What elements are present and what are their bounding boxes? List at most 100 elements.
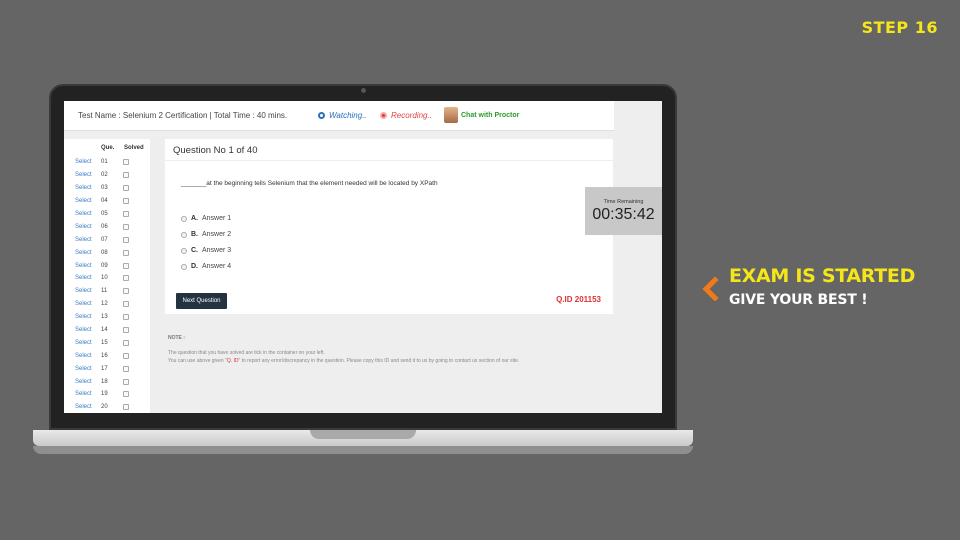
select-link[interactable]: Select	[75, 263, 101, 269]
recording-icon	[380, 112, 387, 119]
solved-checkbox[interactable]	[123, 198, 129, 205]
answer-option-b[interactable]: B. Answer 2	[181, 231, 231, 238]
solved-checkbox[interactable]	[123, 262, 129, 269]
select-link[interactable]: Select	[75, 250, 101, 256]
solved-checkbox[interactable]	[123, 352, 129, 359]
select-link[interactable]: Select	[75, 404, 101, 410]
solved-checkbox[interactable]	[123, 185, 129, 192]
select-link[interactable]: Select	[75, 159, 101, 165]
question-number: 19	[101, 391, 108, 398]
select-link[interactable]: Select	[75, 185, 101, 191]
answer-option-d[interactable]: D. Answer 4	[181, 263, 231, 270]
watching-label: Watching..	[329, 111, 367, 120]
chevron-left-icon	[702, 277, 719, 301]
question-number: 11	[101, 288, 108, 295]
solved-checkbox[interactable]	[123, 365, 129, 372]
select-link[interactable]: Select	[75, 391, 101, 397]
note-line-1: The question that you have solved are ti…	[168, 350, 325, 356]
solved-checkbox[interactable]	[123, 339, 129, 346]
solved-checkbox[interactable]	[123, 314, 129, 321]
solved-checkbox[interactable]	[123, 236, 129, 243]
question-list-header: Que. Solved	[64, 139, 150, 156]
solved-checkbox[interactable]	[123, 159, 129, 166]
solved-checkbox[interactable]	[123, 275, 129, 282]
list-item: Select 02	[64, 169, 150, 182]
select-link[interactable]: Select	[75, 366, 101, 372]
recording-label: Recording..	[391, 111, 432, 120]
question-text: _______at the beginning tells Selenium t…	[181, 180, 438, 187]
solved-checkbox[interactable]	[123, 301, 129, 308]
solved-checkbox[interactable]	[123, 211, 129, 217]
select-link[interactable]: Select	[75, 211, 101, 217]
select-link[interactable]: Select	[75, 288, 101, 294]
select-link[interactable]: Select	[75, 327, 101, 333]
list-item: Select 12	[64, 298, 150, 311]
answer-option-c[interactable]: C. Answer 3	[181, 247, 231, 254]
laptop-notch	[310, 430, 416, 439]
question-number: 12	[101, 301, 108, 308]
chat-with-proctor-link[interactable]: Chat with Proctor	[444, 107, 519, 123]
question-number: 02	[101, 172, 108, 179]
question-number: 16	[101, 352, 108, 359]
question-number: 05	[101, 211, 108, 217]
list-item: Select 20	[64, 401, 150, 413]
select-link[interactable]: Select	[75, 301, 101, 307]
next-question-button[interactable]: Next Question	[176, 293, 227, 309]
select-link[interactable]: Select	[75, 172, 101, 178]
list-item: Select 18	[64, 375, 150, 388]
question-number: 01	[101, 159, 108, 166]
list-item: Select 05	[64, 208, 150, 221]
question-number: 09	[101, 262, 108, 269]
promo-headline: EXAM IS STARTED	[729, 265, 916, 287]
answer-text: Answer 3	[202, 247, 232, 254]
solved-checkbox[interactable]	[123, 223, 129, 230]
watching-status: Watching..	[318, 111, 367, 120]
select-link[interactable]: Select	[75, 314, 101, 320]
question-number: 15	[101, 339, 108, 346]
solved-checkbox[interactable]	[123, 288, 129, 295]
answer-letter: D.	[191, 263, 198, 270]
question-number: 10	[101, 275, 108, 282]
solved-checkbox[interactable]	[123, 327, 129, 334]
select-link[interactable]: Select	[75, 237, 101, 243]
list-item: Select 06	[64, 220, 150, 233]
divider	[165, 160, 613, 161]
answer-text: Answer 4	[202, 263, 232, 270]
question-number: 06	[101, 223, 108, 230]
time-remaining-box: Time Remaining 00:35:42	[585, 187, 662, 235]
select-link[interactable]: Select	[75, 224, 101, 230]
test-name: Test Name : Selenium 2 Certification | T…	[78, 111, 288, 120]
solved-checkbox[interactable]	[123, 404, 129, 411]
solved-checkbox[interactable]	[123, 378, 129, 385]
list-item: Select 04	[64, 195, 150, 208]
note-line-2-post: " to report any error/discrepancy in the…	[238, 358, 520, 364]
radio-button[interactable]	[181, 263, 187, 270]
select-link[interactable]: Select	[75, 198, 101, 204]
question-title: Question No 1 of 40	[173, 145, 258, 156]
solved-checkbox[interactable]	[123, 172, 129, 179]
question-number: 07	[101, 236, 108, 243]
question-number: 13	[101, 314, 108, 321]
step-label: STEP 16	[861, 18, 938, 37]
laptop-camera	[361, 88, 366, 93]
radio-button[interactable]	[181, 215, 187, 222]
note-section: NOTE : The question that you have solved…	[168, 334, 519, 365]
solved-checkbox[interactable]	[123, 249, 129, 256]
list-item: Select 10	[64, 272, 150, 285]
answer-letter: B.	[191, 231, 198, 238]
select-link[interactable]: Select	[75, 275, 101, 281]
radio-button[interactable]	[181, 247, 187, 254]
radio-button[interactable]	[181, 231, 187, 238]
answer-option-a[interactable]: A. Answer 1	[181, 215, 231, 222]
question-id: Q.ID 201153	[556, 295, 601, 304]
time-remaining-value: 00:35:42	[592, 206, 655, 223]
list-item: Select 01	[64, 156, 150, 169]
select-link[interactable]: Select	[75, 353, 101, 359]
list-item: Select 17	[64, 362, 150, 375]
select-link[interactable]: Select	[75, 340, 101, 346]
select-link[interactable]: Select	[75, 379, 101, 385]
solved-checkbox[interactable]	[123, 391, 129, 398]
question-number: 04	[101, 198, 108, 205]
recording-status: Recording..	[380, 111, 432, 120]
list-item: Select 16	[64, 349, 150, 362]
